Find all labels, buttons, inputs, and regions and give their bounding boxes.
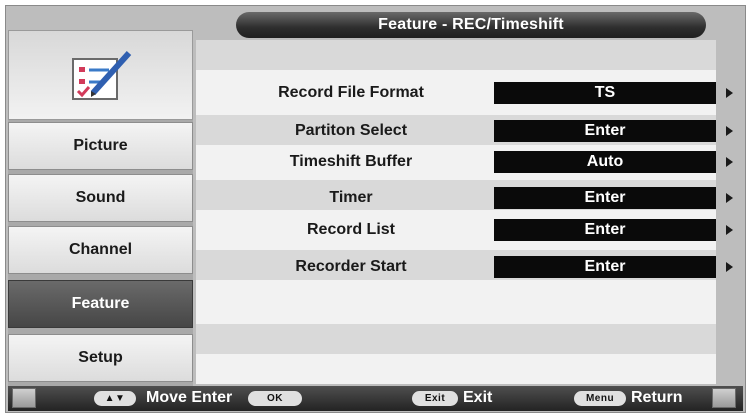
setting-value-button[interactable]: Enter (494, 187, 716, 209)
setting-value-button[interactable]: TS (494, 82, 716, 104)
sidebar-item-setup[interactable]: Setup (8, 334, 193, 382)
setting-label: Partiton Select (294, 122, 408, 139)
sidebar-item-feature[interactable]: Feature (8, 280, 193, 328)
sidebar: Picture Sound Channel Feature Setup (8, 30, 193, 386)
sidebar-item-label: Feature (71, 295, 130, 312)
setting-row-recorder-start: Recorder Start Enter (196, 254, 736, 280)
setting-value-button[interactable]: Auto (494, 151, 716, 173)
menu-key-icon: Menu (574, 391, 626, 406)
setting-label: Timer (329, 189, 373, 206)
up-down-key-icon: ▲▼ (94, 391, 136, 406)
sidebar-item-sound[interactable]: Sound (8, 174, 193, 222)
setting-row-timeshift-buffer: Timeshift Buffer Auto (196, 149, 736, 175)
sidebar-item-label: Setup (78, 349, 123, 366)
setting-row-partition-select: Partiton Select Enter (196, 118, 736, 144)
right-arrow-icon[interactable] (726, 262, 733, 272)
page-title: Feature - REC/Timeshift (378, 16, 564, 33)
right-arrow-icon[interactable] (726, 88, 733, 98)
exit-key-icon: Exit (412, 391, 458, 406)
panel-stripe (196, 324, 716, 354)
right-arrow-icon[interactable] (726, 225, 733, 235)
exit-hint: Exit (463, 389, 493, 406)
return-hint: Return (631, 389, 683, 406)
move-enter-hint: Move Enter (146, 389, 233, 406)
right-arrow-icon[interactable] (726, 193, 733, 203)
sidebar-item-picture[interactable]: Picture (8, 122, 193, 170)
setting-value-button[interactable]: Enter (494, 219, 716, 241)
sidebar-item-label: Sound (75, 189, 126, 206)
checklist-pencil-icon (72, 50, 132, 100)
setting-value-button[interactable]: Enter (494, 120, 716, 142)
panel-stripe (196, 40, 716, 70)
right-arrow-icon[interactable] (726, 157, 733, 167)
settings-panel: Record File Format TS Partiton Select En… (196, 40, 733, 384)
setting-row-record-file-format: Record File Format TS (196, 80, 736, 106)
setting-value-button[interactable]: Enter (494, 256, 716, 278)
sidebar-item-channel[interactable]: Channel (8, 226, 193, 274)
setting-row-timer: Timer Enter (196, 185, 736, 211)
menu-title-bar: Feature - REC/Timeshift (236, 12, 706, 38)
sidebar-item-label: Picture (73, 137, 128, 154)
ok-key-icon: OK (248, 391, 302, 406)
help-bar-right-cap (712, 388, 736, 408)
help-bar: ▲▼ Move Enter OK Exit Exit Menu Return (8, 386, 743, 411)
setting-label: Recorder Start (295, 258, 407, 275)
feature-logo-tile (8, 30, 193, 120)
setting-label: Record List (306, 221, 395, 238)
help-bar-left-cap (12, 388, 36, 408)
setting-label: Timeshift Buffer (289, 153, 413, 170)
right-arrow-icon[interactable] (726, 126, 733, 136)
setting-row-record-list: Record List Enter (196, 217, 736, 243)
setting-label: Record File Format (278, 84, 424, 101)
sidebar-item-label: Channel (68, 241, 133, 258)
